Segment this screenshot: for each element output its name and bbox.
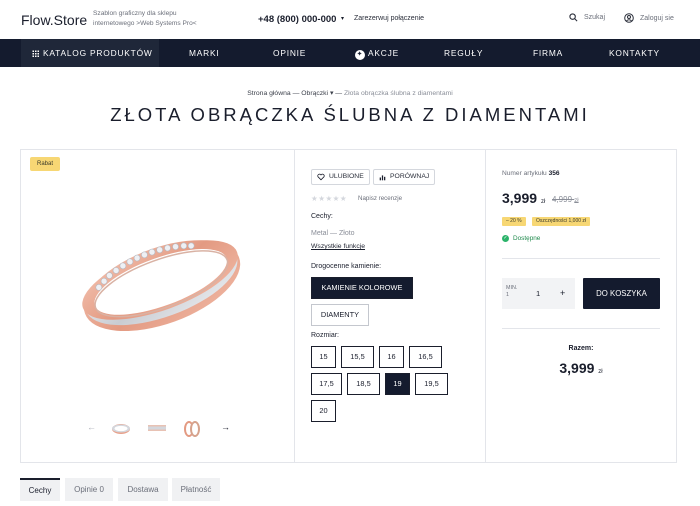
breadcrumb: Strona główna — Obrączki ▾ — Złota obrąc… — [0, 89, 700, 97]
total-label: Razem: — [568, 345, 594, 352]
availability-status: ✓ Dostępne — [502, 235, 540, 242]
nav-item-akcje-label: AKCJE — [368, 48, 399, 58]
price-value: 3,999 — [502, 190, 538, 206]
divider — [502, 258, 660, 259]
search-icon — [569, 13, 578, 22]
quantity-plus-button[interactable]: + — [560, 288, 565, 298]
nav-item-kontakty[interactable]: KONTAKTY — [609, 39, 660, 67]
top-header: Flow.Store Szablon graficzny dla sklepu … — [0, 0, 700, 39]
old-price-currency: zł — [574, 198, 579, 204]
sparkle-icon: ✦ — [355, 50, 365, 60]
size-option-selected[interactable]: 19 — [385, 373, 410, 395]
article-number: Numer artykułu 356 — [502, 170, 560, 177]
favorite-label: ULUBIONE — [329, 173, 364, 180]
add-to-cart-button[interactable]: DO KOSZYKA — [583, 278, 660, 309]
breadcrumb-caret[interactable]: ▾ — [330, 90, 333, 97]
discount-badge: Rabat — [30, 157, 60, 171]
tab-dostawa[interactable]: Dostawa — [118, 478, 168, 501]
tab-opinie[interactable]: Opinie 0 — [65, 478, 113, 501]
breadcrumb-current: Złota obrączka ślubna z diamentami — [343, 90, 453, 97]
thumbnail-1[interactable] — [109, 416, 133, 440]
all-features-link[interactable]: Wszystkie funkcje — [311, 243, 365, 250]
user-icon — [624, 13, 634, 23]
thumbnail-3[interactable] — [180, 416, 204, 440]
size-option[interactable]: 18,5 — [347, 373, 380, 395]
size-option[interactable]: 20 — [311, 400, 336, 422]
old-price-value: 4,999 — [552, 195, 573, 204]
write-review-link[interactable]: Napisz recenzje — [358, 195, 402, 202]
price-currency: zł — [540, 199, 546, 205]
login-label: Zaloguj sie — [640, 14, 674, 22]
catalog-menu-button[interactable]: KATALOG PRODUKTÓW — [21, 39, 159, 67]
size-option[interactable]: 19,5 — [415, 373, 448, 395]
size-heading: Rozmiar: — [311, 332, 340, 339]
favorite-button[interactable]: ULUBIONE — [311, 169, 370, 185]
total-price: 3,999 zł — [502, 360, 660, 376]
size-option[interactable]: 16 — [379, 346, 404, 368]
product-image[interactable] — [60, 200, 260, 360]
stone-option-diamonds[interactable]: DIAMENTY — [311, 304, 369, 326]
savings-badge: Oszczędności 1,000 zł — [532, 217, 591, 226]
compare-label: PORÓWNAJ — [390, 173, 430, 180]
size-option[interactable]: 15 — [311, 346, 336, 368]
tab-cechy[interactable]: Cechy — [20, 478, 60, 501]
phone-dropdown-caret[interactable]: ▾ — [341, 15, 344, 22]
current-price: 3,999 zł — [502, 190, 545, 206]
store-tagline: Szablon graficzny dla sklepu internetowe… — [93, 9, 233, 28]
tagline-line-2: internetowego >Web Systems Pro< — [93, 19, 197, 27]
main-nav: KATALOG PRODUKTÓW MARKI OPINIE ✦ AKCJE RE… — [0, 39, 700, 67]
nav-item-firma[interactable]: FIRMA — [533, 39, 563, 67]
old-price: 4,999 zł — [552, 195, 579, 204]
stones-heading: Drogocenne kamienie: — [311, 263, 382, 270]
quantity-min: MIN. 1 — [506, 285, 517, 299]
quantity-input[interactable]: 1 — [536, 289, 540, 298]
size-option[interactable]: 15,5 — [341, 346, 374, 368]
breadcrumb-category[interactable]: Obrączki — [301, 90, 328, 97]
breadcrumb-sep: — — [335, 90, 343, 97]
breadcrumb-home[interactable]: Strona główna — [247, 90, 290, 97]
nav-item-opinie[interactable]: OPINIE — [273, 39, 306, 67]
article-label: Numer artykułu — [502, 170, 547, 177]
article-value: 356 — [548, 170, 560, 177]
thumb-next-arrow[interactable]: → — [221, 422, 230, 432]
total-value: 3,999 — [559, 360, 595, 376]
divider — [502, 328, 660, 329]
heart-icon — [317, 173, 325, 181]
check-icon: ✓ — [502, 235, 509, 242]
stone-option-colored[interactable]: KAMIENIE KOLOROWE — [311, 277, 413, 299]
thumb-prev-arrow[interactable]: ← — [87, 422, 96, 432]
rating-stars[interactable]: ★★★★★ — [311, 194, 347, 203]
thumbnail-2[interactable] — [145, 416, 169, 440]
phone-number[interactable]: +48 (800) 000-000 — [258, 14, 336, 25]
quantity-min-value: 1 — [506, 292, 509, 298]
store-logo[interactable]: Flow.Store — [21, 12, 87, 28]
breadcrumb-sep: — — [292, 90, 300, 97]
nav-item-akcje[interactable]: ✦ AKCJE — [355, 39, 399, 67]
search-button[interactable]: Szukaj — [569, 13, 605, 22]
catalog-label: KATALOG PRODUKTÓW — [43, 48, 153, 58]
column-divider — [485, 149, 486, 463]
column-divider — [294, 149, 295, 463]
feature-metal: Metal — Złoto — [311, 230, 355, 237]
quantity-min-label: MIN. — [506, 285, 518, 291]
availability-label: Dostępne — [513, 235, 541, 242]
bar-chart-icon — [379, 174, 386, 180]
compare-button[interactable]: PORÓWNAJ — [373, 169, 436, 185]
discount-percent-badge: – 20 % — [502, 217, 526, 226]
login-button[interactable]: Zaloguj sie — [624, 13, 674, 23]
tagline-line-1: Szablon graficzny dla sklepu — [93, 10, 177, 17]
tab-platnosc[interactable]: Płatność — [172, 478, 220, 501]
nav-item-marki[interactable]: MARKI — [189, 39, 220, 67]
total-currency: zł — [598, 369, 603, 375]
search-label: Szukaj — [584, 14, 606, 21]
catalog-label-wrap: KATALOG PRODUKTÓW — [32, 39, 153, 67]
size-option[interactable]: 16,5 — [409, 346, 442, 368]
nav-item-reguly[interactable]: REGUŁY — [444, 39, 483, 67]
features-heading: Cechy: — [311, 213, 333, 220]
page-title: ZŁOTA OBRĄCZKA ŚLUBNA Z DIAMENTAMI — [110, 104, 590, 125]
callback-link[interactable]: Zarezerwuj połączenie — [354, 15, 424, 22]
grid-icon — [32, 50, 39, 57]
size-option[interactable]: 17,5 — [311, 373, 342, 395]
